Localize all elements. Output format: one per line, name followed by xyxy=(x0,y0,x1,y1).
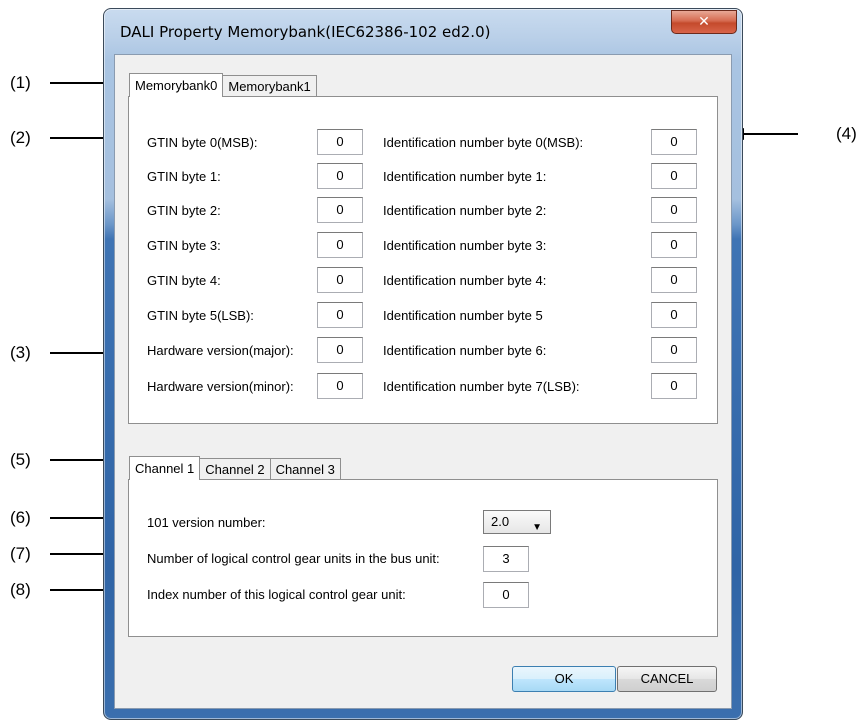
callout-label: (1) xyxy=(10,73,31,92)
close-icon: ✕ xyxy=(698,14,710,30)
index-number-label: Index number of this logical control gea… xyxy=(147,587,406,602)
version-number-value: 2.0 xyxy=(491,514,510,529)
logical-units-field[interactable]: 3 xyxy=(483,546,529,572)
tab-channel-1[interactable]: Channel 1 xyxy=(129,456,201,480)
logical-units-label: Number of logical control gear units in … xyxy=(147,551,440,566)
gtin-label-1: GTIN byte 1: xyxy=(147,169,221,184)
callout-label: (3) xyxy=(10,343,31,362)
callout-label: (7) xyxy=(10,544,31,563)
gtin-byte-3-field[interactable]: 0 xyxy=(317,232,363,258)
id-label-0: Identification number byte 0(MSB): xyxy=(383,135,584,150)
hardware-major-field[interactable]: 0 xyxy=(317,337,363,363)
dialog-window: DALI Property Memorybank(IEC62386-102 ed… xyxy=(103,8,743,720)
callout-label: (2) xyxy=(10,128,31,147)
callout-label: (6) xyxy=(10,508,31,527)
memorybank-tabs: Memorybank0 Memorybank1 xyxy=(129,73,317,97)
id-label-4: Identification number byte 4: xyxy=(383,273,547,288)
channel-panel: 101 version number: 2.0 ▼ Number of logi… xyxy=(128,479,718,637)
version-number-select[interactable]: 2.0 ▼ xyxy=(483,510,551,534)
memorybank-panel: GTIN byte 0(MSB): GTIN byte 1: GTIN byte… xyxy=(128,96,718,424)
id-byte-2-field[interactable]: 0 xyxy=(651,197,697,223)
chevron-down-icon: ▼ xyxy=(532,522,542,533)
id-label-3: Identification number byte 3: xyxy=(383,238,547,253)
id-label-2: Identification number byte 2: xyxy=(383,203,547,218)
callout-4: (4) xyxy=(728,124,866,144)
version-number-label: 101 version number: xyxy=(147,515,266,530)
callout-label: (4) xyxy=(836,124,857,143)
hardware-minor-field[interactable]: 0 xyxy=(317,373,363,399)
ok-button[interactable]: OK xyxy=(512,666,616,692)
dialog-client-area: Memorybank0 Memorybank1 GTIN byte 0(MSB)… xyxy=(114,54,732,709)
gtin-label-0: GTIN byte 0(MSB): xyxy=(147,135,258,150)
gtin-label-4: GTIN byte 4: xyxy=(147,273,221,288)
tab-memorybank1[interactable]: Memorybank1 xyxy=(222,75,317,97)
tab-channel-2[interactable]: Channel 2 xyxy=(199,458,271,480)
tab-memorybank0[interactable]: Memorybank0 xyxy=(129,73,224,97)
id-label-1: Identification number byte 1: xyxy=(383,169,547,184)
gtin-byte-1-field[interactable]: 0 xyxy=(317,163,363,189)
id-label-7: Identification number byte 7(LSB): xyxy=(383,379,580,394)
gtin-byte-0-field[interactable]: 0 xyxy=(317,129,363,155)
channel-tabs: Channel 1 Channel 2 Channel 3 xyxy=(129,456,341,480)
callout-label: (8) xyxy=(10,580,31,599)
hardware-major-label: Hardware version(major): xyxy=(147,343,294,358)
gtin-byte-2-field[interactable]: 0 xyxy=(317,197,363,223)
id-byte-7-field[interactable]: 0 xyxy=(651,373,697,399)
tab-channel-3[interactable]: Channel 3 xyxy=(269,458,341,480)
gtin-label-2: GTIN byte 2: xyxy=(147,203,221,218)
id-label-6: Identification number byte 6: xyxy=(383,343,547,358)
window-title: DALI Property Memorybank(IEC62386-102 ed… xyxy=(120,23,491,41)
hardware-minor-label: Hardware version(minor): xyxy=(147,379,294,394)
callout-label: (5) xyxy=(10,450,31,469)
id-byte-6-field[interactable]: 0 xyxy=(651,337,697,363)
gtin-label-5: GTIN byte 5(LSB): xyxy=(147,308,254,323)
gtin-byte-4-field[interactable]: 0 xyxy=(317,267,363,293)
cancel-button[interactable]: CANCEL xyxy=(617,666,717,692)
id-byte-4-field[interactable]: 0 xyxy=(651,267,697,293)
id-byte-5-field[interactable]: 0 xyxy=(651,302,697,328)
id-label-5: Identification number byte 5 xyxy=(383,308,543,323)
close-button[interactable]: ✕ xyxy=(671,10,737,34)
index-number-field[interactable]: 0 xyxy=(483,582,529,608)
gtin-label-3: GTIN byte 3: xyxy=(147,238,221,253)
id-byte-3-field[interactable]: 0 xyxy=(651,232,697,258)
gtin-byte-5-field[interactable]: 0 xyxy=(317,302,363,328)
id-byte-1-field[interactable]: 0 xyxy=(651,163,697,189)
id-byte-0-field[interactable]: 0 xyxy=(651,129,697,155)
